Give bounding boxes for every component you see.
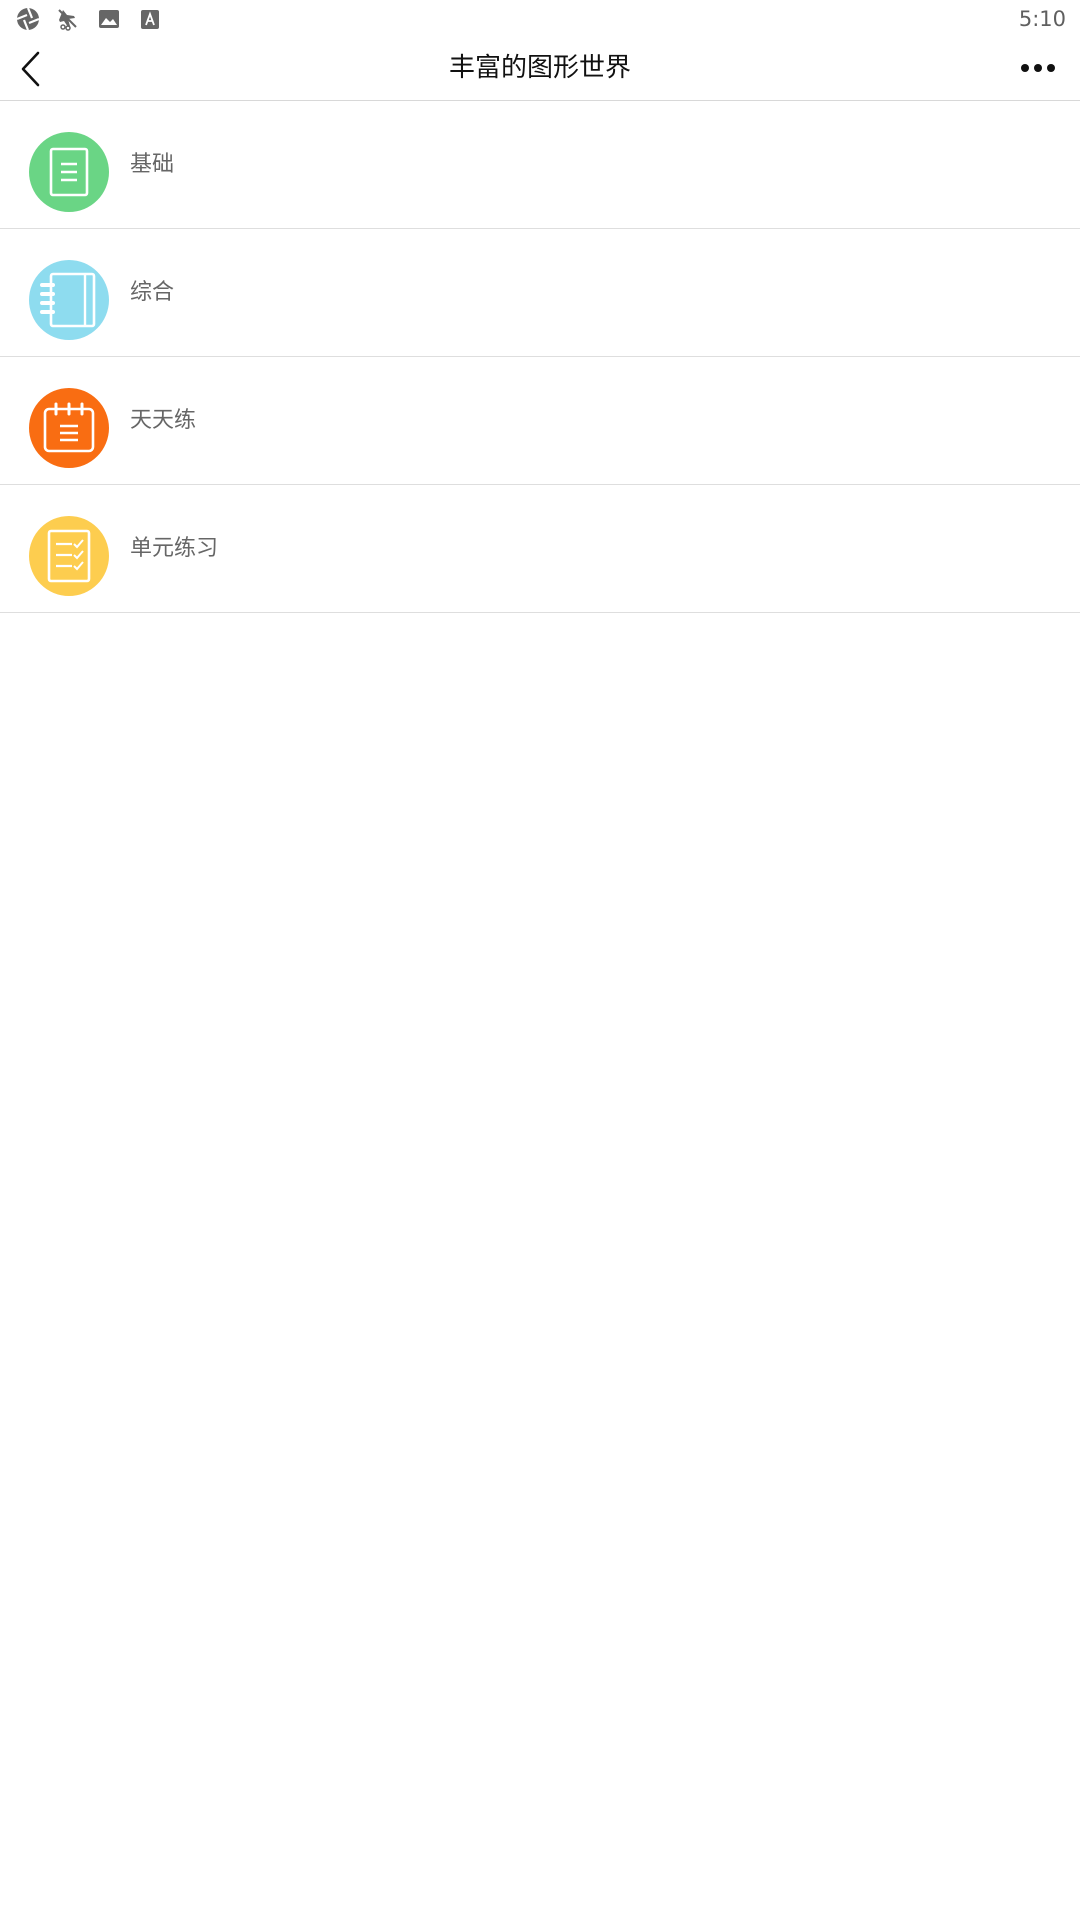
calendar-notepad-icon [29,388,109,468]
list-item-basics[interactable]: 基础 [0,101,1080,229]
app-bar: 丰富的图形世界 [0,37,1080,101]
aperture-icon [15,6,41,32]
flight-off-icon [54,6,80,32]
more-button[interactable] [1016,53,1060,83]
font-icon [137,6,163,32]
list-item-label: 单元练习 [130,536,219,561]
notebook-icon [29,260,109,340]
menu-list: 基础 综合 天天练 单元练习 [0,101,1080,613]
list-item-label: 天天练 [130,408,197,433]
list-item-daily-practice[interactable]: 天天练 [0,357,1080,485]
chevron-left-icon [21,51,40,87]
list-item-label: 基础 [130,152,175,177]
status-bar: 5:10 [0,0,1080,37]
list-item-comprehensive[interactable]: 综合 [0,229,1080,357]
checklist-icon [29,516,109,596]
image-icon [96,6,122,32]
list-item-unit-practice[interactable]: 单元练习 [0,485,1080,613]
status-time: 5:10 [1018,7,1066,31]
page-title: 丰富的图形世界 [448,53,631,83]
list-item-label: 综合 [130,280,175,305]
document-lines-icon [29,132,109,212]
more-horizontal-icon [1021,64,1055,72]
back-button[interactable] [10,45,54,93]
